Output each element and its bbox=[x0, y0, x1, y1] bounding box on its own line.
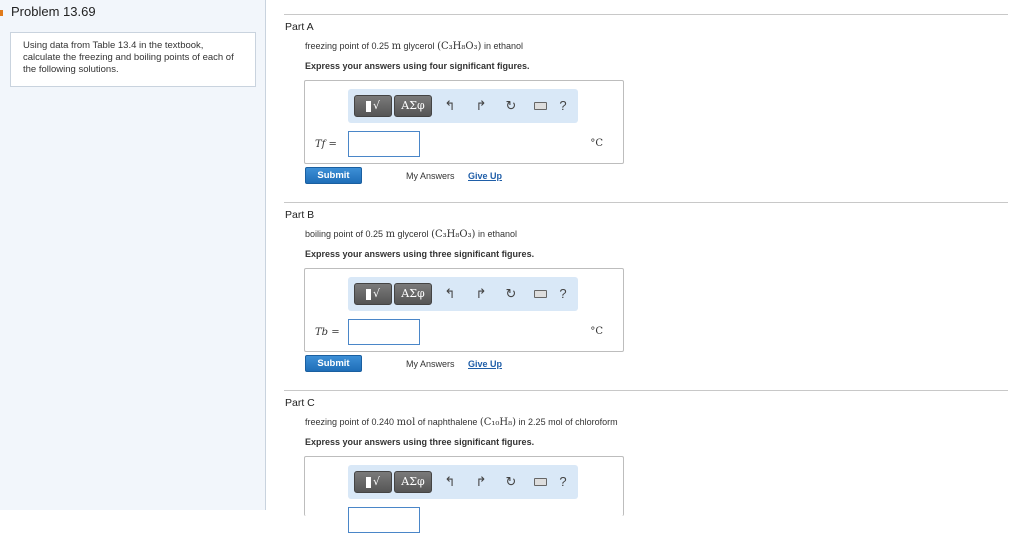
templates-button[interactable]: √ bbox=[354, 283, 392, 305]
equation-toolbar: √ ΑΣφ ↰ ↱ ↻ ? bbox=[348, 465, 578, 499]
unit-label: °C bbox=[590, 326, 603, 337]
templates-button[interactable]: √ bbox=[354, 95, 392, 117]
part-a-submit-button[interactable]: Submit bbox=[305, 167, 362, 184]
keyboard-icon[interactable] bbox=[534, 478, 547, 486]
keyboard-icon[interactable] bbox=[534, 290, 547, 298]
give-up-link[interactable]: Give Up bbox=[468, 359, 502, 369]
equation-toolbar: √ ΑΣφ ↰ ↱ ↻ ? bbox=[348, 277, 578, 311]
variable-label: Tf = bbox=[315, 139, 337, 150]
part-a-answer-panel: √ ΑΣφ ↰ ↱ ↻ ? Tf = °C bbox=[304, 80, 624, 164]
reset-icon[interactable]: ↻ bbox=[503, 98, 519, 114]
part-b-question: boiling point of 0.25 m glycerol (C₃H₈O₃… bbox=[305, 229, 518, 240]
keyboard-icon[interactable] bbox=[534, 102, 547, 110]
redo-icon[interactable]: ↱ bbox=[473, 474, 489, 490]
main-content: Part A freezing point of 0.25 m glycerol… bbox=[266, 0, 1024, 533]
my-answers-link[interactable]: My Answers bbox=[406, 171, 455, 181]
help-icon[interactable]: ? bbox=[555, 474, 571, 490]
problem-intro: Using data from Table 13.4 in the textbo… bbox=[10, 32, 256, 87]
divider bbox=[284, 390, 1008, 391]
problem-title: Problem 13.69 bbox=[11, 4, 96, 19]
divider bbox=[284, 14, 1008, 15]
part-c-question: freezing point of 0.240 mol of naphthale… bbox=[305, 417, 618, 428]
undo-icon[interactable]: ↰ bbox=[442, 474, 458, 490]
part-c-instruction: Express your answers using three signifi… bbox=[305, 437, 535, 447]
part-b-instruction: Express your answers using three signifi… bbox=[305, 249, 535, 259]
help-icon[interactable]: ? bbox=[555, 286, 571, 302]
problem-sidebar: Problem 13.69 Using data from Table 13.4… bbox=[0, 0, 266, 510]
greek-symbols-button[interactable]: ΑΣφ bbox=[394, 283, 432, 305]
greek-symbols-button[interactable]: ΑΣφ bbox=[394, 471, 432, 493]
redo-icon[interactable]: ↱ bbox=[473, 98, 489, 114]
equation-toolbar: √ ΑΣφ ↰ ↱ ↻ ? bbox=[348, 89, 578, 123]
part-b-label: Part B bbox=[285, 209, 315, 221]
my-answers-link[interactable]: My Answers bbox=[406, 359, 455, 369]
part-b-answer-input[interactable] bbox=[348, 319, 420, 345]
redo-icon[interactable]: ↱ bbox=[473, 286, 489, 302]
reset-icon[interactable]: ↻ bbox=[503, 286, 519, 302]
accent-marker bbox=[0, 10, 3, 16]
part-b-answer-panel: √ ΑΣφ ↰ ↱ ↻ ? Tb = °C bbox=[304, 268, 624, 352]
divider bbox=[284, 202, 1008, 203]
variable-label: Tb = bbox=[315, 327, 340, 338]
part-a-answer-input[interactable] bbox=[348, 131, 420, 157]
unit-label: °C bbox=[590, 138, 603, 149]
reset-icon[interactable]: ↻ bbox=[503, 474, 519, 490]
part-a-instruction: Express your answers using four signific… bbox=[305, 61, 530, 71]
undo-icon[interactable]: ↰ bbox=[442, 286, 458, 302]
undo-icon[interactable]: ↰ bbox=[442, 98, 458, 114]
part-c-answer-panel: √ ΑΣφ ↰ ↱ ↻ ? bbox=[304, 456, 624, 533]
part-a-question: freezing point of 0.25 m glycerol (C₃H₈O… bbox=[305, 41, 524, 52]
templates-button[interactable]: √ bbox=[354, 471, 392, 493]
part-b-submit-button[interactable]: Submit bbox=[305, 355, 362, 372]
help-icon[interactable]: ? bbox=[555, 98, 571, 114]
part-c-answer-input[interactable] bbox=[348, 507, 420, 533]
greek-symbols-button[interactable]: ΑΣφ bbox=[394, 95, 432, 117]
give-up-link[interactable]: Give Up bbox=[468, 171, 502, 181]
part-c-label: Part C bbox=[285, 397, 315, 409]
part-a-label: Part A bbox=[285, 21, 314, 33]
